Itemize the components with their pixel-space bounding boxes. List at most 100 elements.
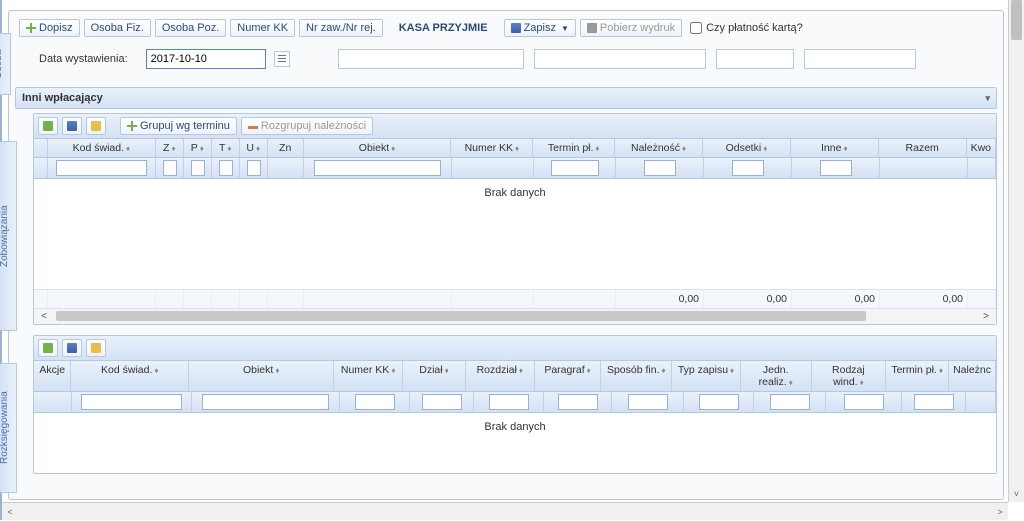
filter2-typ[interactable] [699,394,739,410]
total-inne: 0,00 [792,290,880,308]
filter-odsetki[interactable] [732,160,764,176]
col2-rodzaj-wind[interactable]: Rodzaj wind.♦ [812,361,887,391]
col-razem[interactable]: Razem [879,139,967,157]
col-p[interactable]: P♦ [184,139,212,157]
scroll-left-icon[interactable]: < [2,503,18,520]
scroll-left-icon[interactable]: < [36,309,52,325]
col2-paragraf[interactable]: Paragraf♦ [535,361,602,391]
filter2-obiekt[interactable] [202,394,329,410]
grid1-totals: 0,00 0,00 0,00 0,00 [34,289,996,308]
hscroll[interactable]: < > [2,502,1008,520]
filter-inne[interactable] [820,160,852,176]
panel1-btn3[interactable] [86,117,106,135]
col2-rozdzial[interactable]: Rozdział♦ [466,361,535,391]
filter-obiekt[interactable] [314,160,441,176]
scroll-right-icon[interactable]: > [992,503,1008,520]
osoba-poz-button[interactable]: Osoba Poz. [155,19,226,37]
col2-typ-zapisu[interactable]: Typ zapisu♦ [672,361,741,391]
numer-kk-button[interactable]: Numer KK [230,19,295,37]
nr-zaw-rej-button[interactable]: Nr zaw./Nr rej. [299,19,383,37]
col-naleznosc[interactable]: Należność♦ [615,139,703,157]
chevron-down-icon: ▼ [561,24,569,33]
grid1-body: Brak danych [34,179,996,289]
form-row: Data wystawienia: [15,39,997,83]
zapisz-button[interactable]: Zapisz▼ [504,19,576,37]
cards-icon [43,121,53,131]
cards-icon [43,343,53,353]
col2-naleznosc[interactable]: Należnc [949,361,996,391]
calendar-icon[interactable] [274,51,290,67]
col-zn[interactable]: Zn [268,139,304,157]
filter-z[interactable] [163,160,177,176]
filter2-termin[interactable] [914,394,954,410]
col2-dzial[interactable]: Dział♦ [403,361,466,391]
col2-akcje[interactable]: Akcje [34,361,71,391]
col-numer-kk[interactable]: Numer KK♦ [451,139,533,157]
pobierz-wydruk-button[interactable]: Pobierz wydruk [580,19,682,37]
panel1-btn1[interactable] [38,117,58,135]
collapse-icon[interactable]: ▾ [985,93,990,104]
scroll-right-icon[interactable]: > [978,309,994,325]
section-title: Inni wpłacający [22,92,103,104]
col2-termin[interactable]: Termin pł.♦ [886,361,949,391]
minus-icon [248,126,258,129]
col-odsetki[interactable]: Odsetki♦ [703,139,791,157]
filter2-rozdzial[interactable] [489,394,529,410]
osoba-fiz-button[interactable]: Osoba Fiz. [84,19,151,37]
total-naleznosc: 0,00 [616,290,704,308]
scroll-down-icon[interactable]: ˅ [1009,486,1024,502]
title-text: KASA PRZYJMIE [399,22,488,34]
field-3[interactable] [716,49,794,69]
field-2[interactable] [534,49,706,69]
col2-jedn-realiz[interactable]: Jedn. realiz.♦ [741,361,812,391]
filter2-jedn[interactable] [770,394,810,410]
filter2-kk[interactable] [355,394,395,410]
panel2-btn3[interactable] [86,339,106,357]
col-kod-swiad[interactable]: Kod świad.♦ [48,139,156,157]
vscroll-thumb[interactable] [1011,0,1022,40]
grupuj-button[interactable]: Grupuj wg terminu [120,117,237,135]
side-tab-osoba[interactable]: Osoba [0,33,11,95]
col-u[interactable]: U♦ [240,139,268,157]
dopisz-button[interactable]: Dopisz [19,19,80,37]
filter2-sposob[interactable] [628,394,668,410]
scroll-thumb[interactable] [56,311,866,321]
top-toolbar: Dopisz Osoba Fiz. Osoba Poz. Numer KK Nr… [15,17,997,39]
rozgrupuj-button[interactable]: Rozgrupuj należności [241,117,373,135]
filter2-dzial[interactable] [422,394,462,410]
filter2-kod[interactable] [81,394,183,410]
side-tab-rozksiegowania[interactable]: Rozksięgowania [0,363,17,493]
grid1-hscroll[interactable]: < > [34,308,996,324]
filter2-rodzaj[interactable] [844,394,884,410]
field-4[interactable] [804,49,916,69]
col2-sposob-fin[interactable]: Sposób fin.♦ [601,361,672,391]
filter-termin[interactable] [551,160,599,176]
section-header-inni[interactable]: Inni wpłacający ▾ [15,87,997,109]
panel2-btn2[interactable] [62,339,82,357]
filter-t[interactable] [219,160,233,176]
platnosc-karta-checkbox[interactable] [690,22,702,34]
filter2-paragraf[interactable] [558,394,598,410]
filter-naleznosc[interactable] [644,160,676,176]
col-z[interactable]: Z♦ [156,139,184,157]
vscroll[interactable]: ˄ ˅ [1008,0,1024,502]
col-obiekt[interactable]: Obiekt♦ [304,139,452,157]
col-kwota[interactable]: Kwo [967,139,996,157]
field-1[interactable] [338,49,524,69]
col2-kod-swiad[interactable]: Kod świad.♦ [71,361,189,391]
tag-icon [91,343,101,353]
filter-kod[interactable] [56,160,147,176]
col2-obiekt[interactable]: Obiekt♦ [189,361,334,391]
col2-numer-kk[interactable]: Numer KK♦ [334,361,403,391]
panel-zobowiazania: Grupuj wg terminu Rozgrupuj należności K… [33,113,997,325]
panel1-btn2[interactable] [62,117,82,135]
panel2-btn1[interactable] [38,339,58,357]
date-input[interactable] [146,49,266,69]
grid1-empty: Brak danych [34,179,996,207]
col-t[interactable]: T♦ [212,139,240,157]
col-inne[interactable]: Inne♦ [791,139,879,157]
col-termin[interactable]: Termin pł.♦ [533,139,615,157]
filter-p[interactable] [191,160,205,176]
filter-u[interactable] [247,160,261,176]
side-tab-zobowiazania[interactable]: Zobowiązania [0,141,17,331]
